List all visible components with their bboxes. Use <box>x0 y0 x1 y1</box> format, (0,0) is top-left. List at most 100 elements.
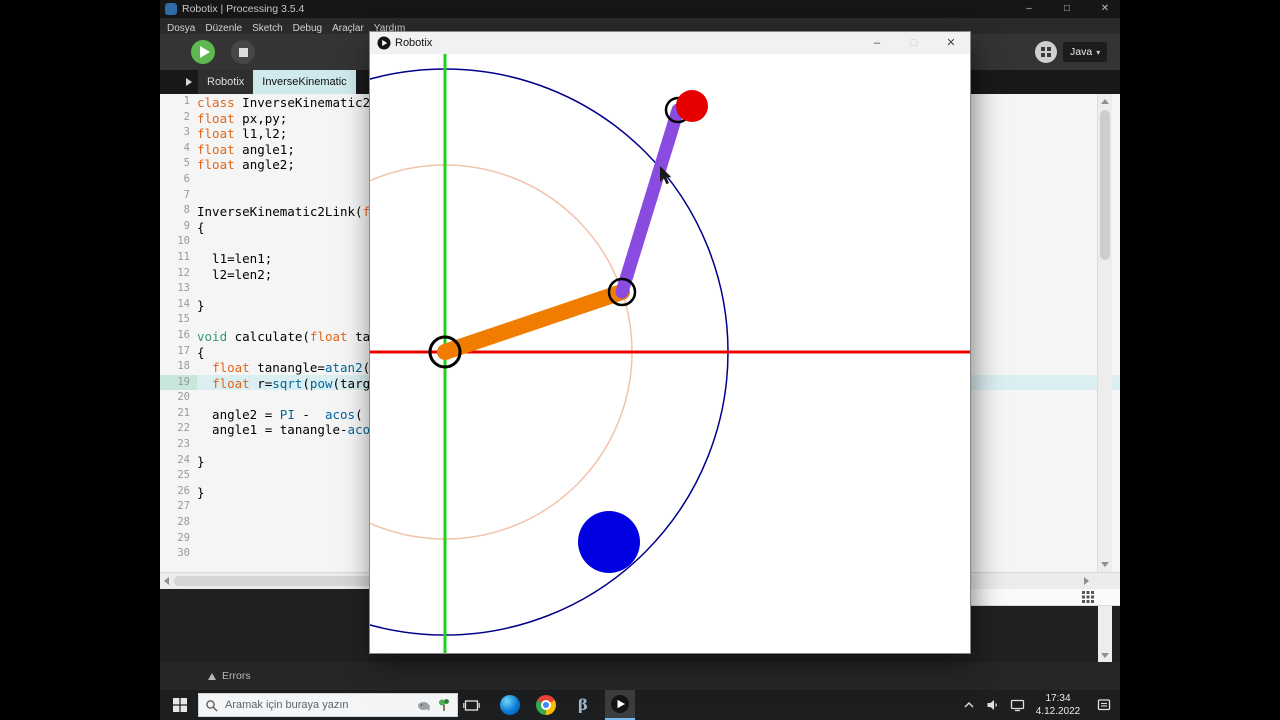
tray-expand-button[interactable] <box>958 690 980 720</box>
start-button[interactable] <box>166 690 194 720</box>
edge-browser-icon[interactable] <box>496 690 524 720</box>
line-number: 8 <box>183 204 190 217</box>
chrome-logo <box>536 695 556 715</box>
chevron-down-icon: ▾ <box>1096 48 1101 57</box>
sketch-play-icon <box>611 695 629 713</box>
chevron-up-icon <box>964 702 974 708</box>
code-text: float l1,l2; <box>197 126 288 142</box>
line-number: 16 <box>177 328 190 341</box>
line-number: 17 <box>177 344 190 357</box>
sketch-canvas[interactable] <box>370 54 970 653</box>
notification-icon <box>1097 699 1111 711</box>
processing-beta-glyph: β <box>578 696 588 714</box>
debug-button[interactable] <box>1035 41 1057 63</box>
sketch-app-icon <box>377 36 391 50</box>
volume-icon <box>987 700 997 710</box>
code-text: { <box>197 219 205 235</box>
display-tray-button[interactable] <box>1006 690 1028 720</box>
blue-ball[interactable] <box>578 511 640 573</box>
sketch-window-title: Robotix <box>395 37 433 49</box>
scroll-right-icon[interactable] <box>1084 577 1089 585</box>
line-number: 10 <box>177 235 190 248</box>
line-number: 19 <box>160 374 197 391</box>
chrome-browser-icon[interactable] <box>532 690 560 720</box>
minimize-icon[interactable]: – <box>1012 0 1046 18</box>
clock-date: 4.12.2022 <box>1035 706 1081 717</box>
line-number: 13 <box>177 282 190 295</box>
volume-tray-button[interactable] <box>982 690 1004 720</box>
target-red-ball[interactable] <box>676 90 708 122</box>
edge-logo <box>500 695 520 715</box>
scroll-down-icon[interactable] <box>1101 562 1109 567</box>
running-sketch-taskbar-icon[interactable] <box>605 690 635 720</box>
scroll-up-icon[interactable] <box>1101 99 1109 104</box>
sketch-close-icon[interactable]: ✕ <box>934 32 968 54</box>
line-number: 25 <box>177 469 190 482</box>
display-icon <box>1010 699 1024 711</box>
code-text: InverseKinematic2Link(fl <box>197 204 378 220</box>
code-text: float px,py; <box>197 110 288 126</box>
sketch-window: Robotix – □ ✕ <box>370 32 970 653</box>
processing-app-icon <box>165 3 177 15</box>
line-number: 21 <box>177 406 190 419</box>
maximize-icon[interactable]: □ <box>1050 0 1084 18</box>
search-highlight-elephant-icon[interactable] <box>416 697 432 713</box>
line-number: 15 <box>177 313 190 326</box>
taskbar-search[interactable] <box>198 693 458 717</box>
search-input[interactable] <box>223 698 411 712</box>
console-tabstrip: ConsoleErrors <box>160 662 1120 690</box>
console-tab-errors[interactable]: Errors <box>196 662 263 690</box>
line-number: 12 <box>177 266 190 279</box>
tab-menu-icon[interactable] <box>186 78 192 86</box>
code-text: angle2 = PI - acos( <box>197 406 363 422</box>
screen: Robotix | Processing 3.5.4 – □ ✕ Dosya Dü… <box>160 0 1120 720</box>
sketch-titlebar[interactable]: Robotix – □ ✕ <box>370 32 970 54</box>
line-number: 22 <box>177 422 190 435</box>
action-center-button[interactable] <box>1092 690 1116 720</box>
line-number: 18 <box>177 360 190 373</box>
tab-robotix[interactable]: Robotix <box>198 70 254 94</box>
editor-vscrollbar[interactable] <box>1097 94 1112 572</box>
line-number: 3 <box>183 126 190 139</box>
line-number: 23 <box>177 438 190 451</box>
close-icon[interactable]: ✕ <box>1088 0 1120 18</box>
ide-titlebar: Robotix | Processing 3.5.4 – □ ✕ <box>160 0 1120 18</box>
windows-taskbar: β 17:34 4.12.202 <box>160 690 1120 720</box>
task-view-button[interactable] <box>457 690 485 720</box>
tab-inversekinematic[interactable]: InverseKinematic <box>253 70 356 94</box>
run-button[interactable] <box>191 40 215 64</box>
sketch-minimize-icon[interactable]: – <box>860 32 894 54</box>
sketch-maximize-icon: □ <box>910 37 918 49</box>
code-text: float r=sqrt(pow(targ <box>212 375 371 391</box>
line-number: 11 <box>177 250 190 263</box>
line-number: 29 <box>177 531 190 544</box>
ide-window-title: Robotix | Processing 3.5.4 <box>182 3 305 15</box>
play-icon <box>199 46 210 58</box>
line-number: 4 <box>183 141 190 154</box>
vscroll-thumb[interactable] <box>1100 110 1110 260</box>
line-number: 28 <box>177 516 190 529</box>
taskbar-clock[interactable]: 17:34 4.12.2022 <box>1029 692 1087 718</box>
clock-time: 17:34 <box>1045 693 1071 704</box>
code-text: } <box>197 453 205 469</box>
search-highlight-plant-icon[interactable] <box>437 697 451 713</box>
scroll-left-icon[interactable] <box>164 577 169 585</box>
debug-icon <box>1041 47 1051 57</box>
line-number: 6 <box>183 172 190 185</box>
line-number: 2 <box>183 110 190 123</box>
stop-button[interactable] <box>231 40 255 64</box>
processing-taskbar-icon[interactable]: β <box>569 690 597 720</box>
line-number: 5 <box>183 157 190 170</box>
task-view-icon <box>462 699 480 711</box>
console-scrollbar[interactable] <box>1098 606 1112 662</box>
console-tab-label: Errors <box>222 670 251 682</box>
stop-icon <box>238 47 248 57</box>
code-text: float tanangle=atan2( <box>212 360 371 376</box>
code-text: l1=len1; <box>197 250 273 266</box>
mode-selector[interactable]: Java ▾ <box>1063 42 1108 62</box>
line-number: 27 <box>177 500 190 513</box>
windows-logo-icon <box>173 698 187 712</box>
grid-icon[interactable] <box>1082 591 1094 603</box>
code-text: float angle2; <box>197 157 295 173</box>
search-icon <box>206 699 218 711</box>
